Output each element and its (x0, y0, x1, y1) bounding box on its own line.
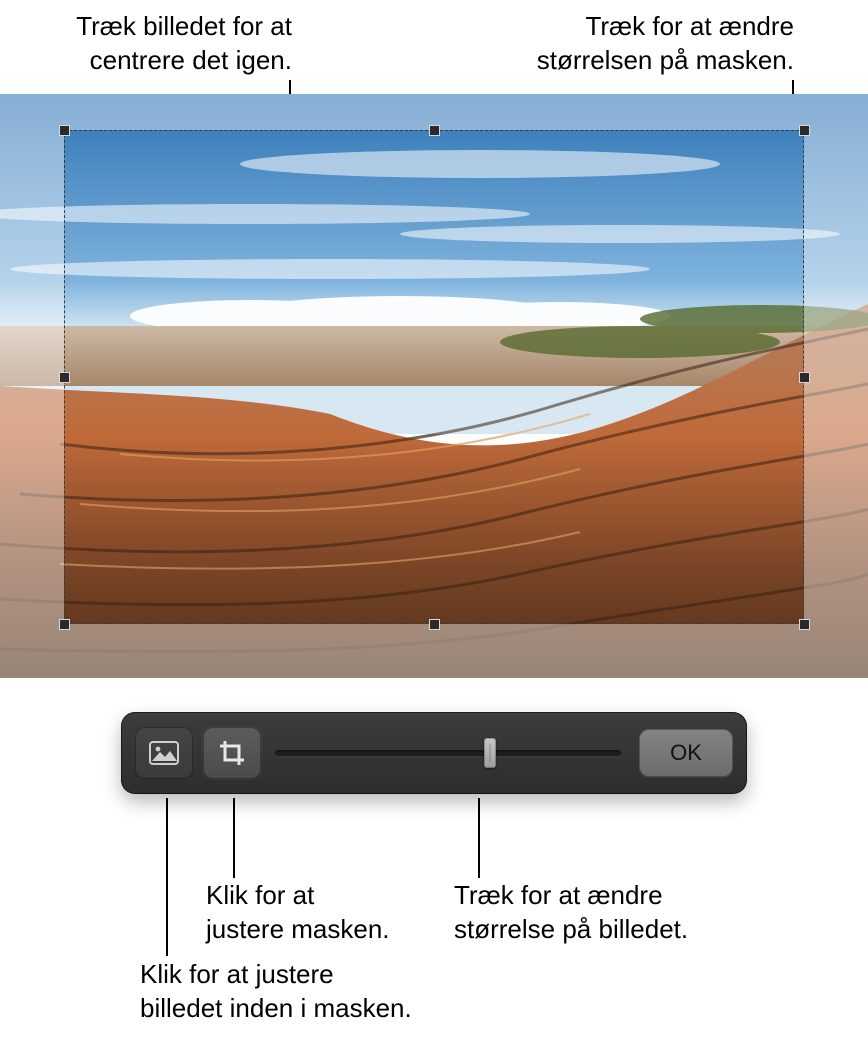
leader-image-btn (166, 798, 168, 956)
callout-resize-image: Træk for at ændre størrelse på billedet. (454, 879, 784, 947)
crop-mode-button[interactable] (203, 727, 261, 779)
mask-viewport[interactable] (64, 130, 804, 624)
mask-handle-ml[interactable] (59, 372, 70, 383)
mask-handle-tr[interactable] (799, 125, 810, 136)
zoom-slider-thumb[interactable] (484, 738, 496, 768)
mask-photo (64, 130, 804, 624)
mask-handle-bm[interactable] (429, 619, 440, 630)
zoom-slider[interactable] (275, 735, 621, 771)
ok-button[interactable]: OK (639, 729, 733, 777)
callout-adjust-image-in-mask: Klik for at justere billedet inden i mas… (140, 958, 520, 1026)
image-icon (149, 741, 179, 765)
mask-handle-br[interactable] (799, 619, 810, 630)
image-canvas[interactable] (0, 94, 868, 678)
ok-button-label: OK (670, 740, 702, 766)
zoom-slider-track (275, 750, 621, 756)
leader-crop-btn (233, 798, 235, 878)
image-mode-button[interactable] (135, 727, 193, 779)
mask-handle-mr[interactable] (799, 372, 810, 383)
callout-resize-mask: Træk for at ændre størrelsen på masken. (469, 10, 794, 78)
mask-toolbar: OK (121, 712, 747, 794)
mask-handle-bl[interactable] (59, 619, 70, 630)
crop-icon (218, 739, 246, 767)
callout-drag-to-recenter: Træk billedet for at centrere det igen. (0, 10, 292, 78)
mask-handle-tl[interactable] (59, 125, 70, 136)
callout-adjust-mask: Klik for at justere masken. (206, 879, 466, 947)
mask-handle-tm[interactable] (429, 125, 440, 136)
leader-slider (478, 798, 480, 878)
